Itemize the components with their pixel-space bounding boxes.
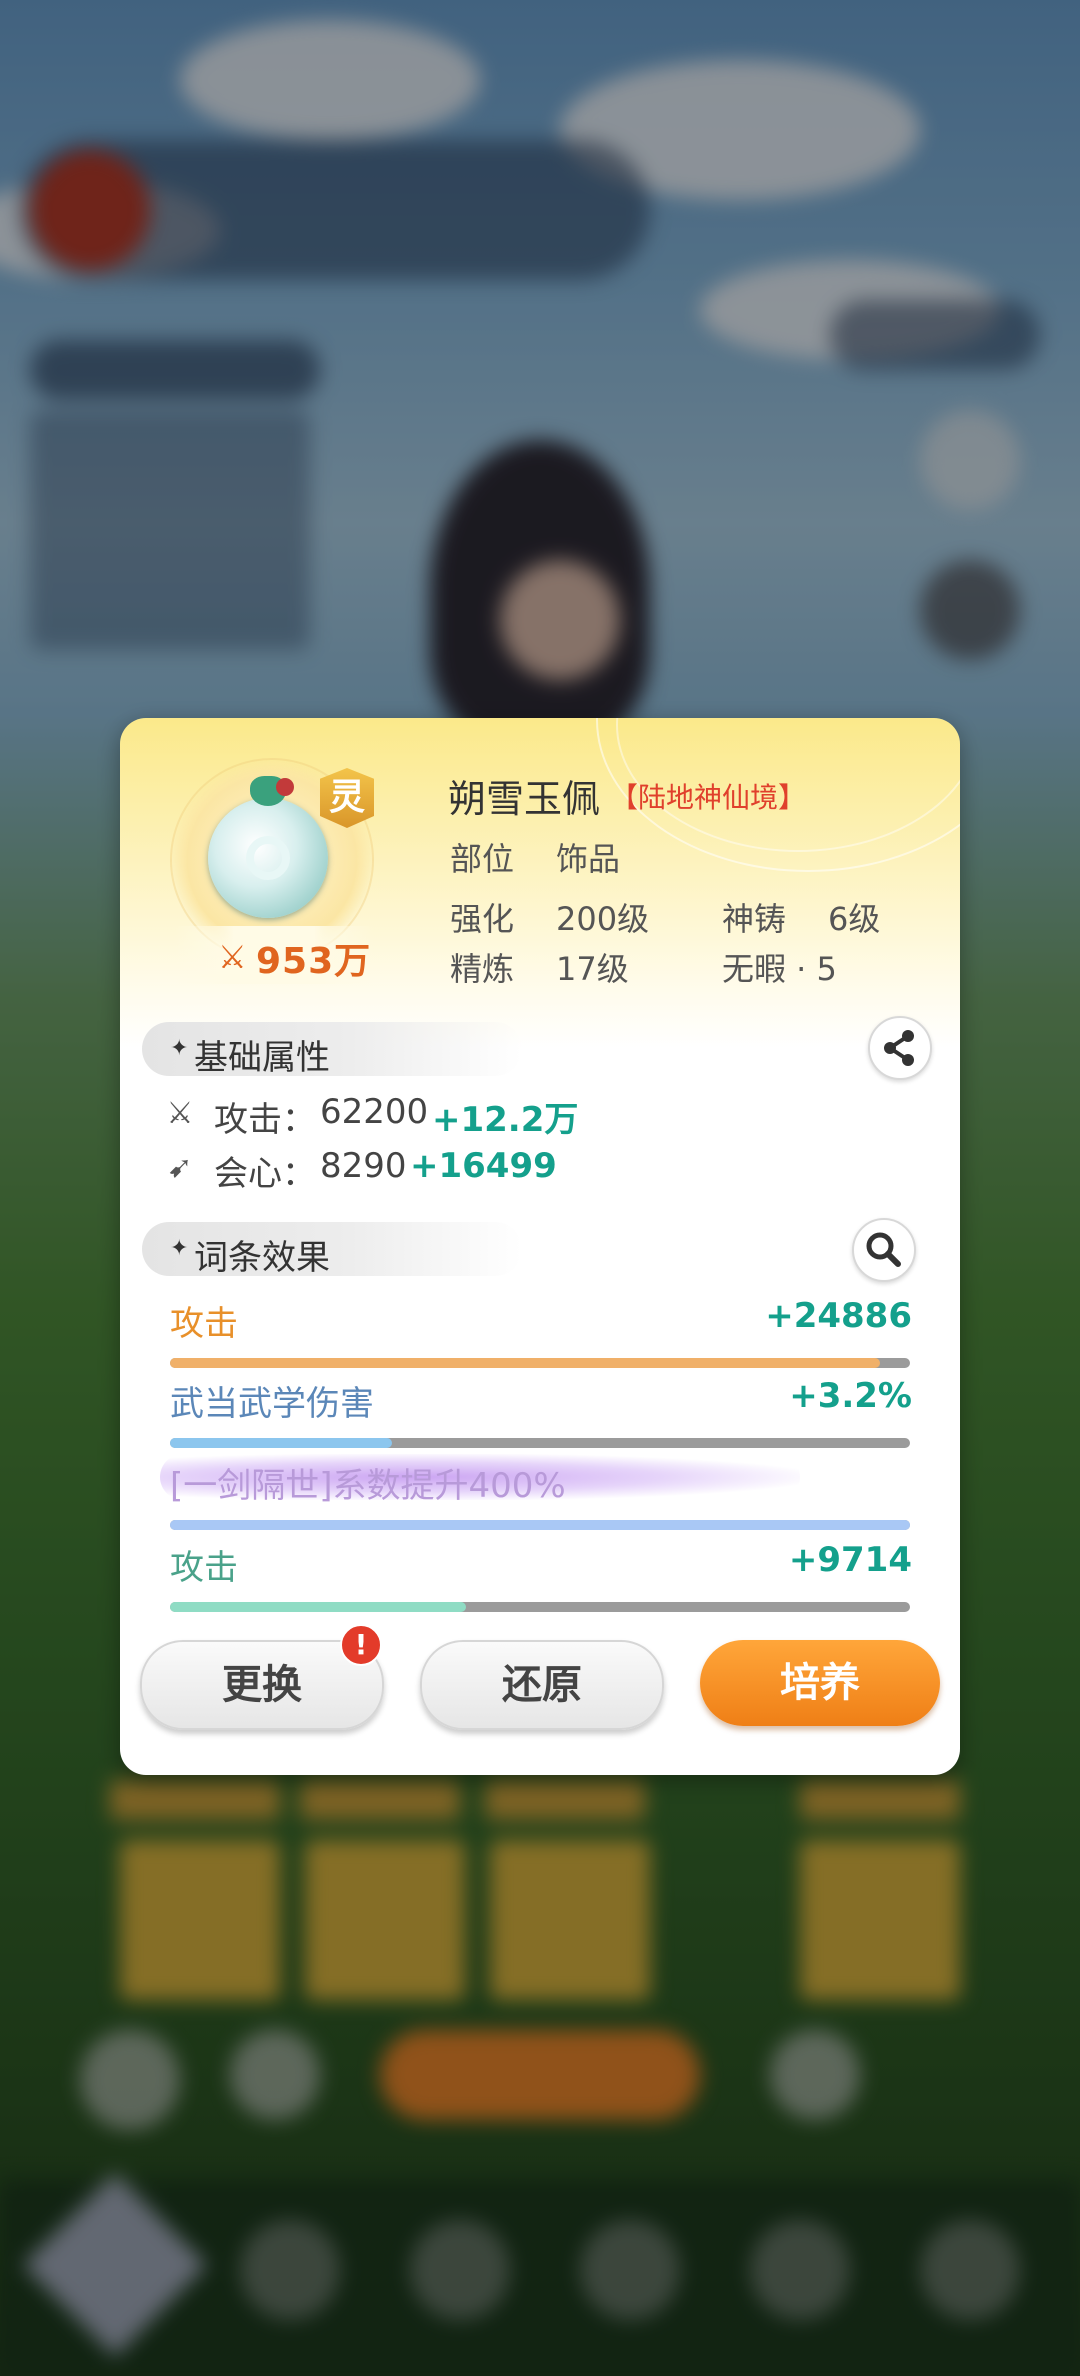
share-button[interactable] [868,1016,932,1080]
affix-progress-bar [170,1438,910,1448]
sword-icon: ⚔ [166,1096,194,1131]
affix-effects-title: 词条效果 [194,1238,330,1278]
affix-progress-fill [170,1358,881,1368]
attr-value: 8290 [320,1146,407,1186]
cultivate-button[interactable]: 培养 [700,1640,940,1726]
affix-progress-bar [170,1520,910,1530]
refine-label: 精炼 [450,950,515,988]
affix-name: 武当武学伤害 [170,1384,374,1424]
flawless-label: 无暇 · 5 [722,950,837,988]
restore-button[interactable]: 还原 [420,1640,664,1730]
diamond-icon: ✦ [170,1036,189,1061]
attr-bonus: +12.2万 [432,1100,579,1140]
affix-effects-header: ✦ 词条效果 [142,1222,522,1278]
pendant-bead-icon [276,778,294,796]
grade-mark-badge: 灵 [320,768,374,828]
item-name: 朔雪玉佩 [448,777,601,821]
jade-pendant-icon [208,798,328,918]
enhance-label: 强化 [450,900,515,938]
attr-label: 会心： [214,1154,316,1194]
attr-label: 攻击： [214,1100,316,1140]
forge-value: 6级 [828,900,881,938]
forge-label: 神铸 [722,900,787,938]
enhance-value: 200级 [556,900,650,938]
combat-power-icon: ⚔ [218,938,247,976]
affix-progress-fill [170,1438,392,1448]
alert-badge: ! [340,1624,382,1666]
slot-label: 部位 [450,840,515,878]
base-attributes-header: ✦ 基础属性 [142,1022,522,1078]
affix-progress-fill [170,1520,910,1530]
affix-value: +24886 [765,1296,912,1336]
diamond-icon: ✦ [170,1236,189,1261]
affix-name: [一剑隔世]系数提升400% [170,1466,566,1506]
affix-name: 攻击 [170,1548,238,1588]
slot-value: 饰品 [556,840,621,878]
attr-bonus: +16499 [410,1146,557,1186]
affix-progress-bar [170,1602,910,1612]
affix-progress-fill [170,1602,466,1612]
affix-value: +9714 [788,1540,912,1580]
crit-icon: ➹ [167,1150,193,1185]
combat-power-value: 953万 [256,941,372,982]
refine-value: 17级 [556,950,629,988]
affix-progress-bar [170,1358,910,1368]
magnifier-icon [866,1232,901,1267]
affix-name: 攻击 [170,1304,238,1344]
attr-value: 62200 [320,1092,429,1132]
base-attributes-title: 基础属性 [194,1038,330,1078]
item-realm: 【陆地神仙境】 [610,781,807,814]
share-icon [884,1030,914,1066]
affix-value: +3.2% [789,1376,912,1416]
inspect-button[interactable] [852,1218,916,1282]
equipment-detail-panel: 灵 ⚔ 953万 朔雪玉佩 【陆地神仙境】 部位 饰品 强化 200级 神铸 6… [120,718,960,1775]
